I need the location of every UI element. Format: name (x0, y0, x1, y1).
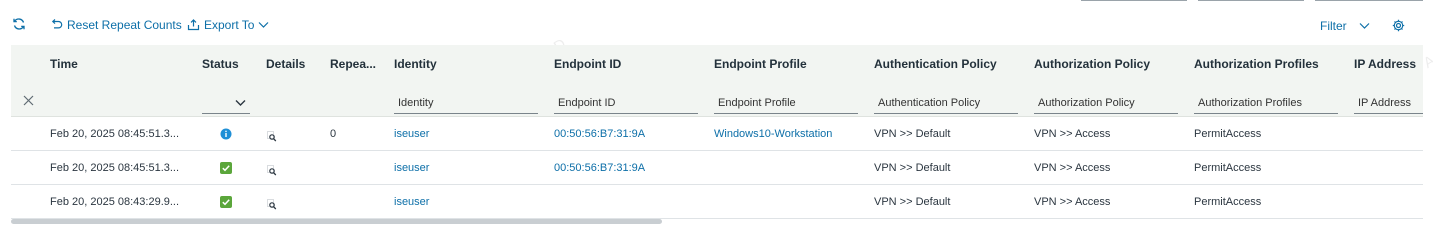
toolbar: Reset Repeat Counts Export To Filter (0, 0, 1433, 44)
repeat-count-cell: 0 (330, 128, 337, 140)
export-to-button[interactable]: Export To (187, 18, 269, 32)
endpoint-id-link[interactable]: 00:50:56:B7:31:9A (554, 162, 694, 174)
endpoint-profile-filter-input[interactable] (714, 92, 858, 114)
refresh-button[interactable] (12, 17, 26, 31)
close-icon (23, 93, 34, 110)
authentication-policy-cell: VPN >> Default (874, 196, 951, 208)
status-filter-select[interactable] (202, 92, 250, 114)
endpoint-id-filter-input[interactable] (554, 92, 698, 114)
authorization-profiles-cell: PermitAccess (1194, 196, 1262, 208)
table-header: Time Status Details Repea... Identity En… (11, 45, 1423, 83)
authorization-profiles-cell: PermitAccess (1194, 162, 1262, 174)
info-status-icon (220, 127, 232, 145)
success-status-icon (220, 161, 232, 179)
endpoint-id-link[interactable]: 00:50:56:B7:31:9A (554, 128, 694, 140)
details-magnifier-icon[interactable] (267, 197, 277, 215)
chevron-down-icon (258, 21, 269, 29)
col-header-ip-address[interactable]: IP Address (1354, 57, 1423, 71)
reset-repeat-counts-button[interactable]: Reset Repeat Counts (50, 18, 182, 32)
details-magnifier-icon[interactable] (267, 163, 277, 181)
time-cell: Feb 20, 2025 08:45:51.3... (50, 128, 180, 140)
export-to-label: Export To (204, 18, 255, 32)
authorization-policy-cell: VPN >> Access (1034, 196, 1111, 208)
authentication-policy-cell: VPN >> Default (874, 162, 951, 174)
authorization-profiles-cell: PermitAccess (1194, 128, 1262, 140)
identity-link[interactable]: iseuser (394, 196, 534, 208)
time-cell: Feb 20, 2025 08:45:51.3... (50, 162, 180, 174)
col-header-authentication-policy[interactable]: Authentication Policy (874, 57, 1024, 71)
reset-repeat-counts-label: Reset Repeat Counts (67, 18, 182, 32)
export-icon (187, 19, 200, 31)
filter-row (11, 82, 1423, 117)
chevron-down-icon (1359, 22, 1370, 30)
col-header-endpoint-id[interactable]: Endpoint ID (554, 57, 704, 71)
identity-filter-input[interactable] (394, 92, 538, 114)
ip-address-filter-input[interactable] (1354, 92, 1423, 114)
table-row[interactable]: Feb 20, 2025 08:43:29.9... iseuser VPN >… (11, 185, 1423, 219)
col-header-details[interactable]: Details (266, 57, 322, 71)
identity-link[interactable]: iseuser (394, 128, 534, 140)
gear-icon (1392, 19, 1405, 32)
authorization-policy-filter-input[interactable] (1034, 92, 1178, 114)
authentication-policy-cell: VPN >> Default (874, 128, 951, 140)
success-status-icon (220, 195, 232, 213)
horizontal-scrollbar[interactable] (11, 219, 662, 224)
filter-label: Filter (1320, 19, 1347, 33)
settings-button[interactable] (1392, 19, 1405, 32)
col-header-authorization-policy[interactable]: Authorization Policy (1034, 57, 1184, 71)
col-header-time[interactable]: Time (50, 57, 190, 71)
undo-icon (50, 19, 63, 31)
identity-link[interactable]: iseuser (394, 162, 534, 174)
clear-filters-button[interactable] (23, 93, 34, 111)
table-row[interactable]: Feb 20, 2025 08:45:51.3... 0 iseuser 00:… (11, 117, 1423, 151)
authorization-profiles-filter-input[interactable] (1194, 92, 1338, 114)
chevron-down-icon (235, 94, 246, 112)
col-header-repeat[interactable]: Repea... (330, 57, 386, 71)
col-header-authorization-profiles[interactable]: Authorization Profiles (1194, 57, 1344, 71)
refresh-icon (12, 17, 26, 31)
authentication-policy-filter-input[interactable] (874, 92, 1018, 114)
table-row[interactable]: Feb 20, 2025 08:45:51.3... iseuser 00:50… (11, 151, 1423, 185)
time-cell: Feb 20, 2025 08:43:29.9... (50, 196, 180, 208)
details-magnifier-icon[interactable] (267, 129, 277, 147)
col-header-status[interactable]: Status (202, 57, 258, 71)
col-header-endpoint-profile[interactable]: Endpoint Profile (714, 57, 864, 71)
authorization-policy-cell: VPN >> Access (1034, 128, 1111, 140)
authorization-policy-cell: VPN >> Access (1034, 162, 1111, 174)
col-header-identity[interactable]: Identity (394, 57, 544, 71)
endpoint-profile-link[interactable]: Windows10-Workstation (714, 128, 864, 140)
filter-button[interactable]: Filter (1320, 19, 1370, 33)
